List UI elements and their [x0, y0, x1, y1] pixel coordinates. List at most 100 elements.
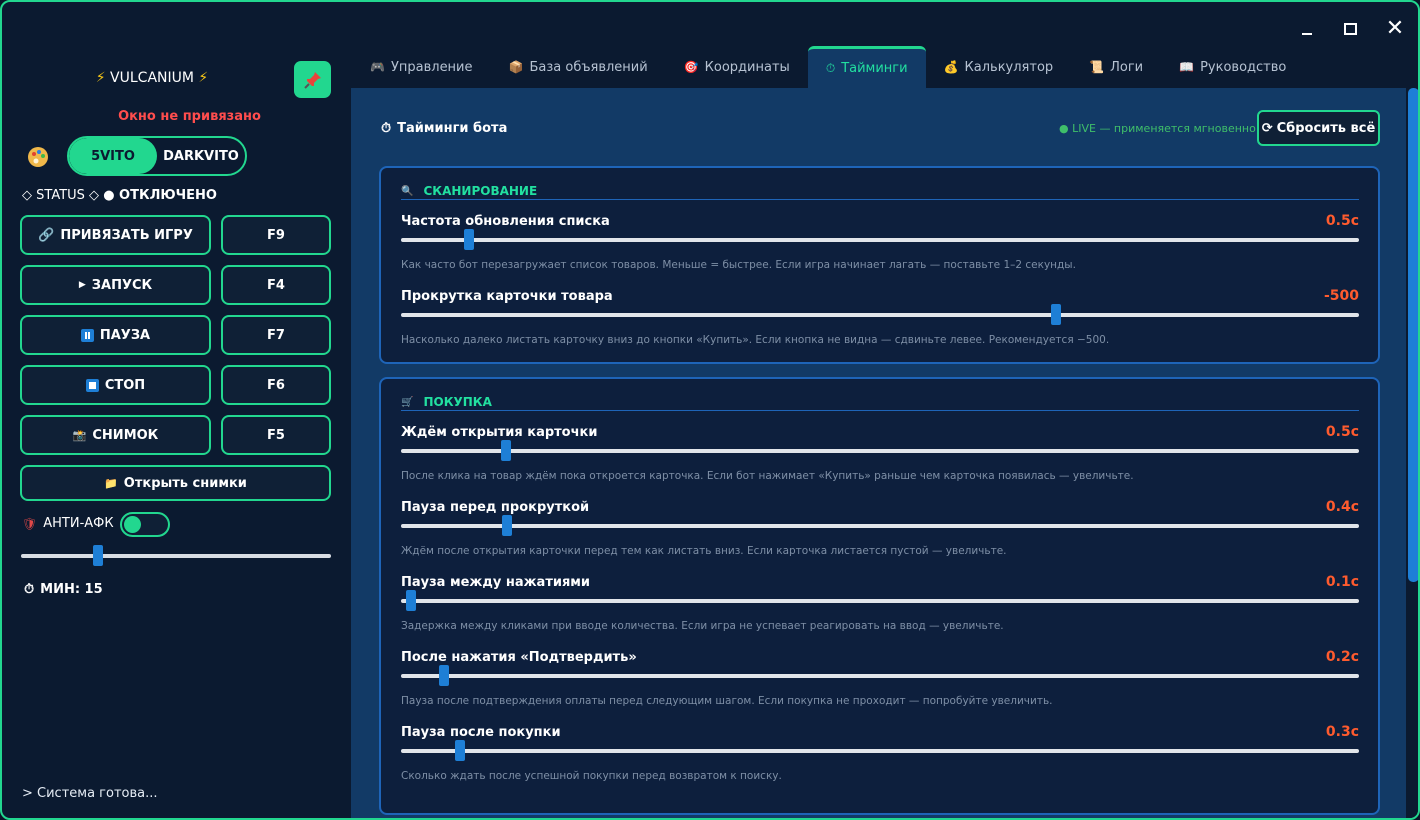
hotkey-f5-button[interactable]: F5 — [221, 415, 331, 455]
start-label: ЗАПУСК — [91, 277, 153, 293]
setting-hint: Как часто бот перезагружает список товар… — [401, 259, 1076, 271]
setting-label: Частота обновления списка — [401, 214, 610, 229]
setting-slider[interactable] — [401, 440, 1359, 461]
palette-icon[interactable] — [27, 146, 49, 168]
stopwatch-icon: ⏱ — [24, 582, 35, 597]
minimize-icon — [1302, 33, 1312, 35]
toggle-knob — [124, 516, 141, 533]
section-scanning: 🔍 СКАНИРОВАНИЕ Частота обновления списка… — [379, 166, 1380, 364]
setting-slider[interactable] — [401, 304, 1359, 325]
pause-button[interactable]: ПАУЗА — [20, 315, 211, 355]
section-purchase: 🛒 ПОКУПКА Ждём открытия карточки 0.5с По… — [379, 377, 1380, 815]
setting-slider[interactable] — [401, 515, 1359, 536]
anti-afk-toggle[interactable] — [120, 512, 170, 537]
setting-label: Пауза между нажатиями — [401, 575, 591, 590]
sidebar: ⚡ VULCANIUM ⚡ Окно не привязано 5VITO DA… — [2, 2, 347, 818]
maximize-button[interactable] — [1337, 16, 1363, 42]
setting-label: Пауза перед прокруткой — [401, 500, 590, 515]
tab-label: Тайминги — [841, 61, 908, 76]
hotkey-f9-button[interactable]: F9 — [221, 215, 331, 255]
setting-row: Частота обновления списка 0.5с Как часто… — [401, 213, 1359, 289]
setting-hint: Пауза после подтверждения оплаты перед с… — [401, 695, 1053, 707]
scrollbar-thumb[interactable] — [1408, 88, 1418, 582]
slider-thumb[interactable] — [439, 665, 449, 686]
slider-thumb[interactable] — [93, 545, 103, 566]
setting-row: Пауза между нажатиями 0.1с Задержка межд… — [401, 574, 1359, 650]
status-value: ● ОТКЛЮЧЕНО — [103, 188, 217, 203]
slider-thumb[interactable] — [502, 515, 512, 536]
pin-button[interactable] — [294, 61, 331, 98]
snapshot-button[interactable]: 📸 СНИМОК — [20, 415, 211, 455]
stop-button[interactable]: СТОП — [20, 365, 211, 405]
slider-thumb[interactable] — [1051, 304, 1061, 325]
pin-icon — [303, 71, 321, 89]
setting-value: 0.1с — [1325, 574, 1359, 590]
tab-coordinates[interactable]: 🎯 Координаты — [666, 46, 808, 88]
reset-all-button[interactable]: ⟳ Сбросить всё — [1257, 110, 1380, 146]
tab-logs[interactable]: 📜 Логи — [1071, 46, 1161, 88]
mode-option-darkvito[interactable]: DARKVITO — [157, 138, 245, 174]
setting-value: 0.4с — [1325, 499, 1359, 515]
setting-hint: После клика на товар ждём пока откроется… — [401, 470, 1134, 482]
tab-calculator[interactable]: 💰 Калькулятор — [926, 46, 1072, 88]
stop-icon — [85, 378, 99, 392]
folder-icon: 📁 — [104, 476, 118, 490]
setting-value: -500 — [1323, 288, 1359, 304]
bind-game-label: ПРИВЯЗАТЬ ИГРУ — [60, 227, 193, 243]
tab-label: Логи — [1110, 59, 1144, 75]
setting-hint: Задержка между кликами при вводе количес… — [401, 620, 1004, 632]
app-window: ✕ ⚡ VULCANIUM ⚡ Окно не привязано 5VITO … — [0, 0, 1420, 820]
lightning-icon: ⚡ — [198, 70, 209, 86]
gamepad-icon: 🎮 — [370, 60, 385, 74]
tab-label: Координаты — [704, 59, 790, 75]
tab-listings-db[interactable]: 📦 База объявлений — [491, 46, 666, 88]
reset-label: Сбросить всё — [1276, 120, 1376, 136]
pause-icon — [80, 328, 94, 342]
setting-hint: Насколько далеко листать карточку вниз д… — [401, 334, 1110, 346]
section-title: ПОКУПКА — [423, 395, 492, 409]
section-header: 🔍 СКАНИРОВАНИЕ — [401, 184, 1359, 200]
tab-timings[interactable]: ⏱ Тайминги — [807, 46, 926, 88]
hotkey-f7-button[interactable]: F7 — [221, 315, 331, 355]
setting-row: Пауза перед прокруткой 0.4с Ждём после о… — [401, 499, 1359, 575]
setting-slider[interactable] — [401, 665, 1359, 686]
anti-afk-row: 🛡 АНТИ-АФК — [22, 516, 114, 531]
slider-thumb[interactable] — [455, 740, 465, 761]
book-icon: 📖 — [1179, 60, 1195, 74]
tab-control[interactable]: 🎮 Управление — [352, 46, 491, 88]
hotkey-f6-button[interactable]: F6 — [221, 365, 331, 405]
setting-slider[interactable] — [401, 229, 1359, 250]
slider-thumb[interactable] — [464, 229, 474, 250]
close-button[interactable]: ✕ — [1382, 16, 1408, 42]
mode-option-5vito[interactable]: 5VITO — [69, 138, 157, 174]
tab-guide[interactable]: 📖 Руководство — [1161, 46, 1304, 88]
minutes-value: МИН: 15 — [40, 582, 103, 597]
camera-icon: 📸 — [72, 428, 87, 442]
minimize-button[interactable] — [1294, 16, 1320, 42]
start-button[interactable]: ▶ ЗАПУСК — [20, 265, 211, 305]
hotkey-f4-button[interactable]: F4 — [221, 265, 331, 305]
brand-name: VULCANIUM — [110, 70, 194, 86]
slider-thumb[interactable] — [406, 590, 416, 611]
maximize-icon — [1343, 23, 1357, 35]
setting-slider[interactable] — [401, 740, 1359, 761]
window-status-warning: Окно не привязано — [118, 109, 261, 124]
setting-label: Ждём открытия карточки — [401, 425, 598, 440]
tab-bar: 🎮 Управление 📦 База объявлений 🎯 Координаты… — [352, 46, 1304, 88]
status-line: ◇ STATUS ◇ ● ОТКЛЮЧЕНО — [22, 188, 217, 203]
setting-row: После нажатия «Подтвердить» 0.2с Пауза п… — [401, 649, 1359, 725]
setting-value: 0.2с — [1325, 649, 1359, 665]
stop-label: СТОП — [104, 377, 146, 393]
bind-game-button[interactable]: 🔗 ПРИВЯЗАТЬ ИГРУ — [20, 215, 211, 255]
section-header: 🛒 ПОКУПКА — [401, 395, 1359, 411]
afk-minutes-slider[interactable] — [21, 545, 331, 566]
lightning-icon: ⚡ — [95, 70, 106, 86]
stopwatch-icon: ⏱ — [381, 121, 392, 136]
target-icon: 🎯 — [683, 60, 699, 74]
setting-label: Пауза после покупки — [401, 725, 561, 740]
console-status: > Система готова... — [22, 786, 158, 801]
open-snapshots-button[interactable]: 📁 Открыть снимки — [20, 465, 331, 501]
setting-slider[interactable] — [401, 590, 1359, 611]
slider-thumb[interactable] — [501, 440, 511, 461]
setting-label: Прокрутка карточки товара — [401, 289, 613, 304]
